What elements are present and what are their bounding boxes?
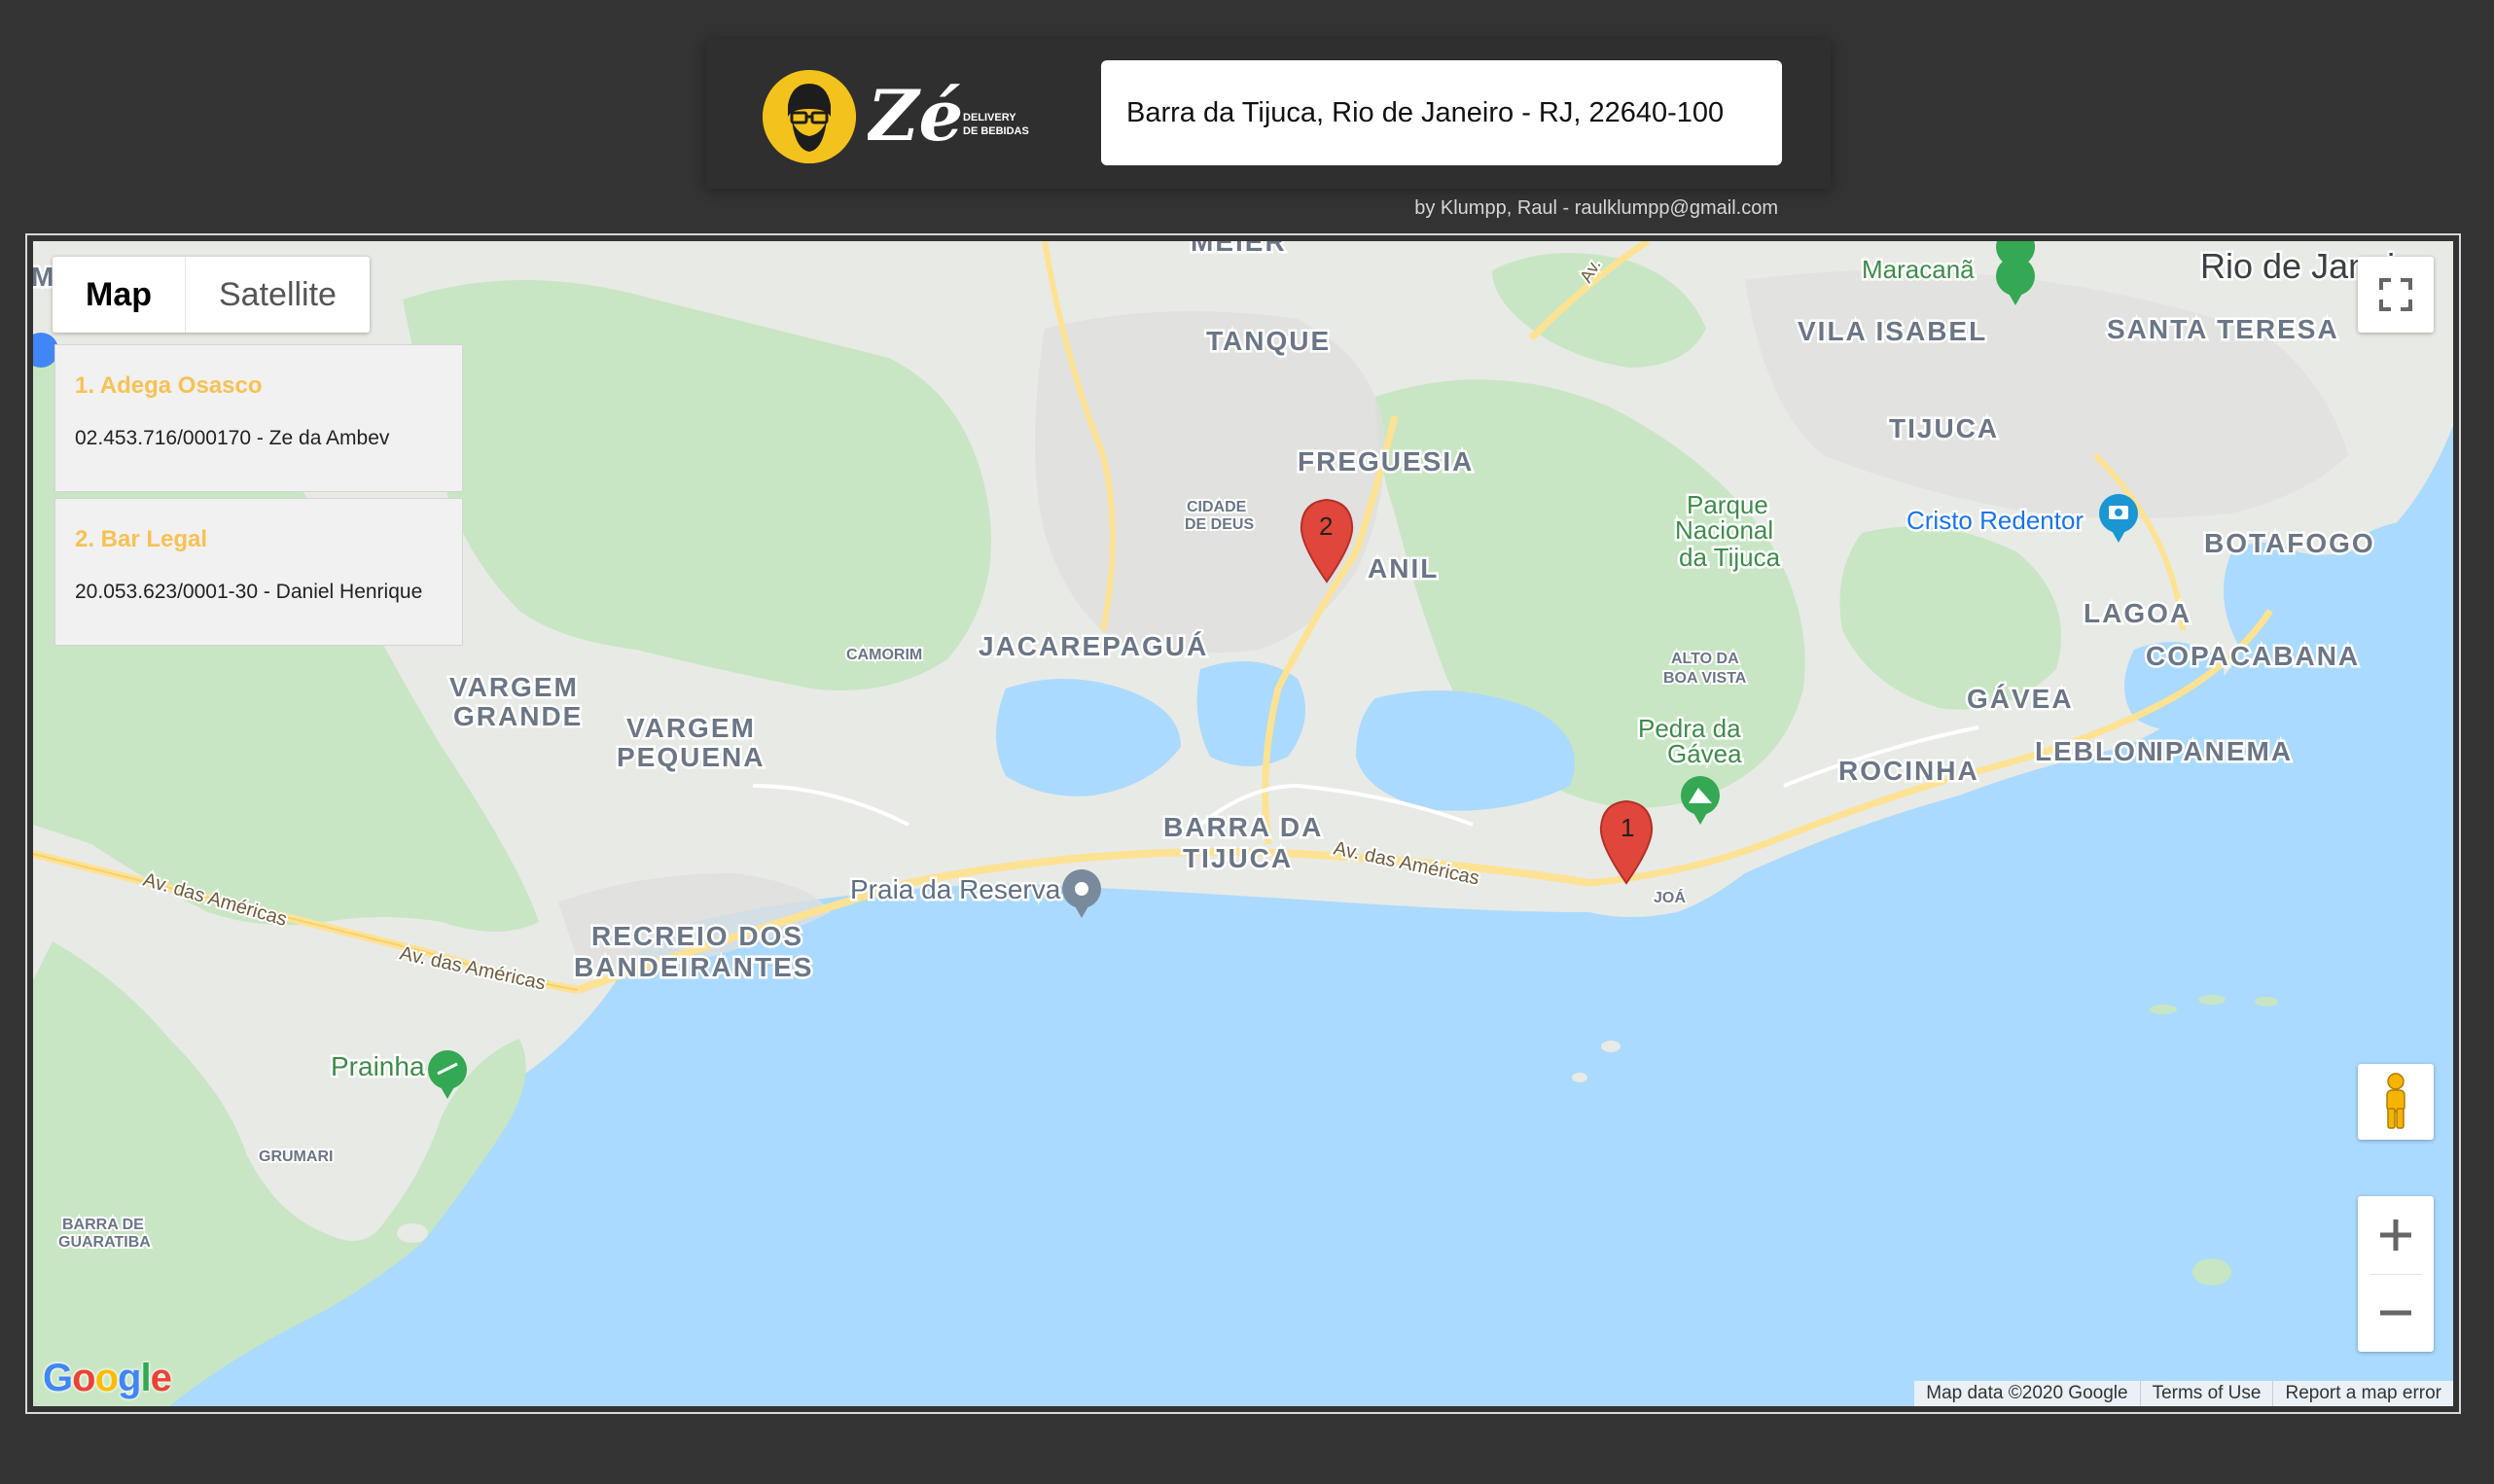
location-poi-icon (1062, 869, 1101, 918)
place-label: MEIER (1191, 241, 1287, 257)
place-label: TIJUCA (1889, 413, 1999, 443)
map-type-map-button[interactable]: Map (53, 257, 186, 333)
place-label: BOA VISTA (1663, 670, 1747, 687)
store-marker-2[interactable]: 2 (1300, 498, 1354, 583)
author-credit: by Klumpp, Raul - raulklumpp@gmail.com (1414, 197, 1778, 219)
place-label: GÁVEA (1967, 684, 2074, 714)
place-label: VARGEM (626, 713, 756, 743)
ze-delivery-logo: Zé DELIVERY DE BEBIDAS (763, 68, 1054, 163)
place-label: BOTAFOGO (2204, 528, 2375, 558)
logo-face-icon (763, 70, 856, 163)
svg-text:DELIVERY: DELIVERY (963, 112, 1016, 124)
place-label: Nacional (1675, 515, 1773, 545)
place-label: GRUMARI (259, 1148, 333, 1165)
beach-poi-icon (428, 1050, 467, 1099)
store-info: 02.453.716/000170 - Ze da Ambev (75, 427, 390, 449)
place-label: Cristo Redentor (1906, 506, 2084, 535)
mountain-poi-icon (1681, 776, 1720, 825)
road-label: Av. das Américas (398, 942, 548, 994)
svg-text:DE BEBIDAS: DE BEBIDAS (963, 125, 1029, 137)
place-label: TANQUE (1206, 326, 1331, 356)
road-label: Av. das Américas (141, 869, 290, 931)
place-label: Maracanã (1862, 255, 1975, 284)
place-label: BANDEIRANTES (574, 952, 813, 982)
place-label: ANIL (1368, 553, 1439, 583)
place-label: SANTA TERESA (2107, 314, 2339, 344)
place-label: DE DEUS (1185, 516, 1254, 533)
place-label: IPANEMA (2156, 736, 2293, 766)
place-label: GUARATIBA (58, 1234, 151, 1251)
place-label: VARGEM (449, 672, 579, 702)
park-poi-icon (1996, 241, 2035, 305)
place-label: FREGUESIA (1298, 446, 1474, 477)
place-label: BARRA DA (1163, 812, 1323, 842)
place-label: CIDADE (1187, 499, 1247, 515)
marker-label: 1 (1621, 813, 1634, 842)
store-card-1[interactable]: 1. Adega Osasco 02.453.716/000170 - Ze d… (54, 344, 463, 492)
place-label: VILA ISABEL (1798, 316, 1987, 346)
zoom-in-icon[interactable] (2358, 1196, 2434, 1274)
zoom-control (2358, 1196, 2434, 1352)
store-marker-1[interactable]: 1 (1599, 799, 1654, 885)
terms-of-use-link[interactable]: Terms of Use (2139, 1381, 2273, 1406)
place-label: Prainha (331, 1051, 425, 1081)
road-label: Av. (1576, 256, 1605, 286)
map-type-control: Map Satellite (53, 257, 370, 333)
place-label: RECREIO DOS (591, 921, 803, 951)
address-input[interactable] (1101, 60, 1782, 165)
fullscreen-button[interactable] (2358, 257, 2434, 333)
place-label: Praia da Reserva (850, 874, 1061, 904)
store-info: 20.053.623/0001-30 - Daniel Henrique (75, 581, 423, 603)
store-name: 2. Bar Legal (75, 526, 208, 552)
street-view-button[interactable] (2358, 1064, 2434, 1140)
camera-poi-icon (2099, 494, 2138, 543)
place-label: BARRA DE (62, 1217, 144, 1233)
road-label: Av. das Américas (1332, 837, 1481, 889)
zoom-out-icon[interactable] (2358, 1274, 2434, 1352)
logo-wordmark: Zé DELIVERY DE BEBIDAS (868, 74, 1029, 157)
place-label: TIJUCA (1183, 843, 1293, 873)
place-label: ROCINHA (1838, 756, 1979, 786)
place-label: JACAREPAGUÁ (979, 631, 1208, 661)
map-type-satellite-button[interactable]: Satellite (186, 257, 370, 333)
place-label: JOÁ (1654, 888, 1686, 906)
report-map-error-link[interactable]: Report a map error (2272, 1381, 2453, 1406)
place-label: LEBLON (2035, 736, 2158, 766)
map-attribution: Map data ©2020 Google Terms of Use Repor… (1914, 1381, 2453, 1406)
place-label: GRANDE (453, 701, 583, 731)
place-label: COPACABANA (2146, 641, 2360, 671)
google-logo[interactable]: Google (43, 1357, 172, 1400)
marker-label: 2 (1319, 512, 1333, 541)
map-data-text: Map data ©2020 Google (1926, 1383, 2128, 1403)
store-name: 1. Adega Osasco (75, 372, 263, 399)
fullscreen-icon (2379, 278, 2412, 311)
place-label: da Tijuca (1679, 543, 1781, 572)
pegman-icon (2386, 1073, 2405, 1129)
place-label: CAMORIM (846, 647, 922, 663)
svg-text:Zé: Zé (868, 74, 963, 157)
place-label: PEQUENA (617, 742, 765, 772)
place-label: LAGOA (2084, 598, 2191, 628)
store-card-2[interactable]: 2. Bar Legal 20.053.623/0001-30 - Daniel… (54, 498, 463, 646)
place-label: ALTO DA (1671, 651, 1739, 667)
map-canvas[interactable]: MEIER Rio de Janeiro Maracanã TANQUE VIL… (33, 241, 2453, 1406)
place-label: Gávea (1667, 739, 1742, 768)
map-frame: MEIER Rio de Janeiro Maracanã TANQUE VIL… (25, 233, 2461, 1414)
